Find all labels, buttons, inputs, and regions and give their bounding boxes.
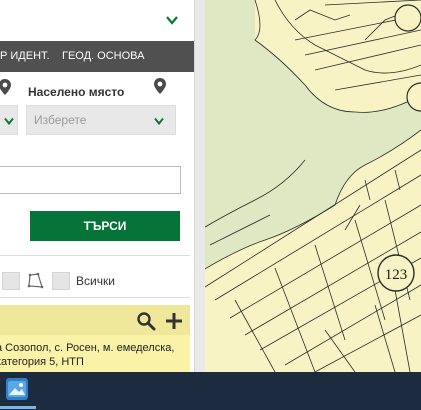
panel-splitter[interactable] [194, 0, 205, 372]
result-text: а Созопол, с. Росен, м. емеделска, катег… [0, 342, 175, 368]
tab-parcel-ident[interactable]: Р ИДЕНТ. [0, 41, 50, 72]
divider [0, 255, 190, 256]
divider [0, 297, 190, 298]
chevron-down-icon[interactable] [153, 115, 165, 127]
image-icon [8, 381, 26, 397]
all-checkbox[interactable] [52, 272, 70, 290]
photos-app-icon[interactable] [6, 378, 28, 400]
all-label: Всички [76, 274, 115, 288]
region-select[interactable] [0, 105, 18, 135]
tab-geodetic-base[interactable]: ГЕОД. ОСНОВА [62, 41, 144, 72]
taskbar [0, 372, 421, 410]
polygon-shape-icon[interactable] [26, 271, 46, 291]
top-dropdown[interactable] [0, 0, 190, 42]
result-header [0, 305, 190, 335]
map-canvas[interactable]: 123 [195, 0, 421, 372]
active-app-indicator [0, 406, 36, 409]
location-pin-icon [154, 78, 166, 94]
search-panel: Р ИДЕНТ. ГЕОД. ОСНОВА Населено място Изб… [0, 0, 195, 372]
parcel-number: 123 [385, 267, 408, 283]
chevron-down-icon[interactable] [3, 115, 15, 127]
location-pin-icon [0, 79, 11, 95]
settlement-label: Населено място [28, 85, 125, 99]
tab-bar: Р ИДЕНТ. ГЕОД. ОСНОВА [0, 41, 195, 72]
settlement-select[interactable]: Изберете [26, 105, 176, 135]
settlement-placeholder: Изберете [34, 113, 87, 127]
filter-checkbox[interactable] [2, 272, 20, 290]
cadastral-map[interactable]: 123 [195, 0, 421, 372]
chevron-down-icon[interactable] [165, 13, 179, 27]
search-button[interactable]: ТЪРСИ [30, 211, 180, 241]
zoom-search-icon[interactable] [136, 311, 156, 331]
add-icon[interactable] [164, 311, 184, 331]
identifier-input[interactable] [0, 166, 181, 194]
